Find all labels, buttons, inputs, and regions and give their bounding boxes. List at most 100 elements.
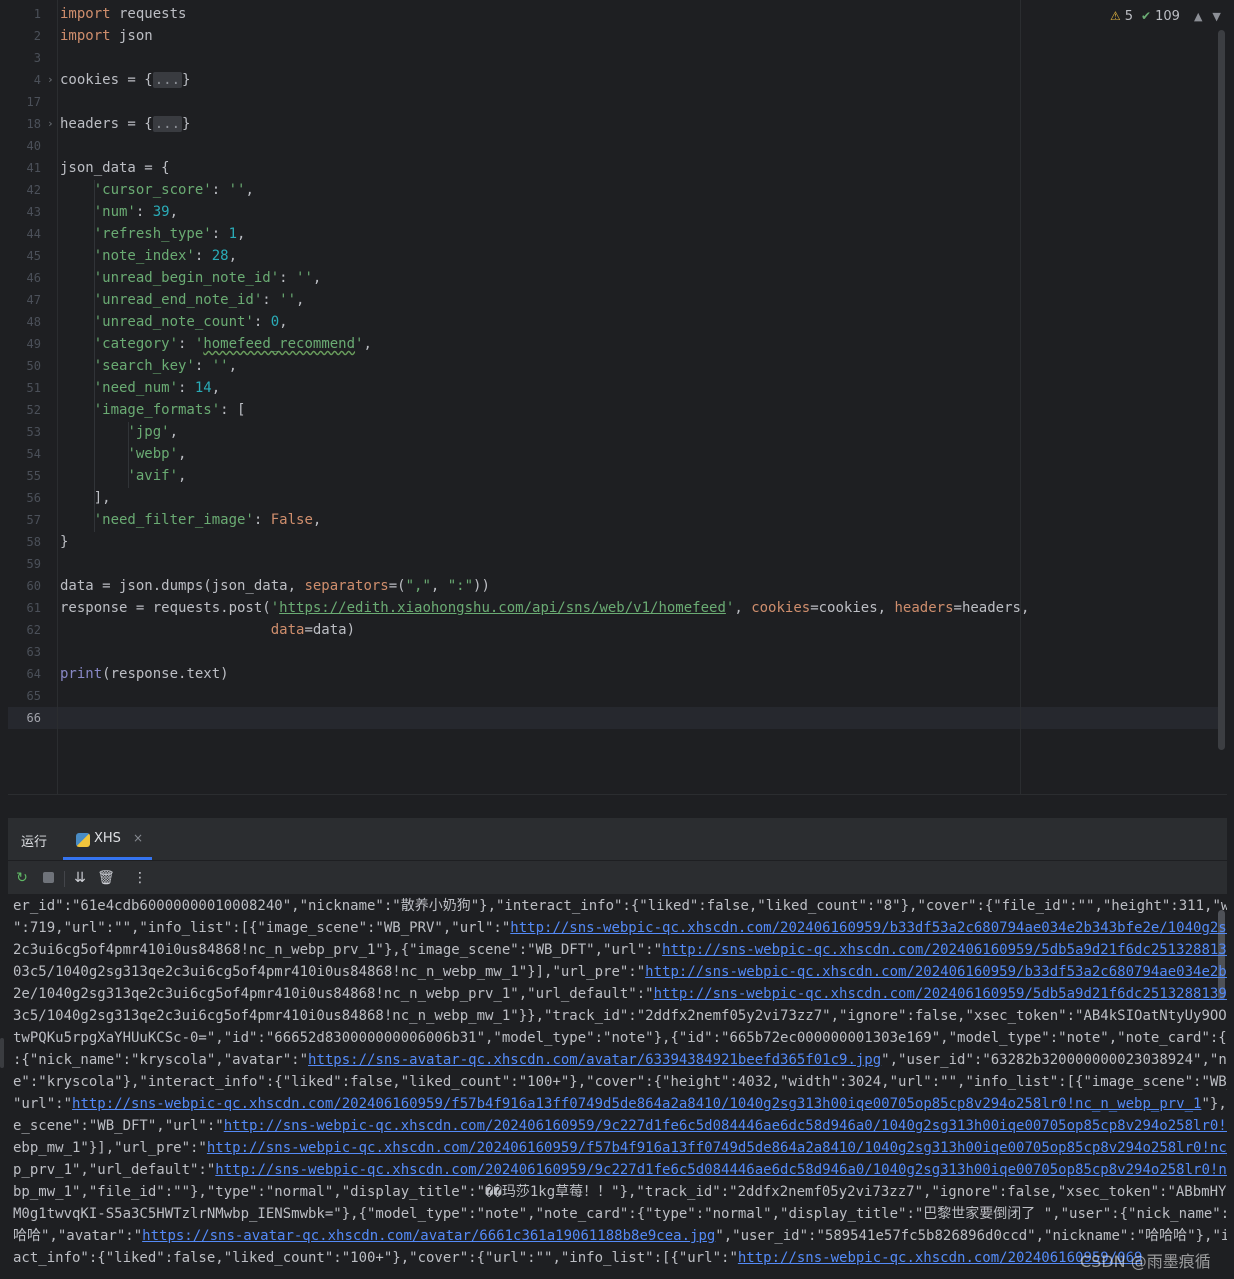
code-text: , <box>178 468 187 484</box>
console-text: act_info":{"liked":false,"liked_count":"… <box>13 1250 738 1266</box>
code-text: : <box>262 292 280 308</box>
line-number-text: 53 <box>26 425 41 439</box>
code-line[interactable]: print(response.text) <box>60 663 229 685</box>
code-area[interactable]: import requests import json cookies = {...… <box>60 0 1210 794</box>
console-link[interactable]: http://sns-webpic-qc.xhscdn.com/20240616… <box>224 1118 1227 1134</box>
named-argument: separators <box>304 578 389 594</box>
console-text: ebp_mw_1"}],"url_pre":" <box>13 1140 207 1156</box>
console-link[interactable]: http://sns-webpic-qc.xhscdn.com/20240616… <box>645 964 1227 980</box>
code-line[interactable]: 'unread_end_note_id': '', <box>60 289 305 311</box>
code-line[interactable]: import json <box>60 25 153 47</box>
code-line[interactable]: data = json.dumps(json_data, separators=… <box>60 575 490 597</box>
code-line[interactable]: 'image_formats': [ <box>60 399 246 421</box>
console-link[interactable]: http://sns-webpic-qc.xhscdn.com/20240616… <box>207 1140 1227 1156</box>
line-number: 64 <box>8 663 58 685</box>
editor-scrollbar[interactable] <box>1218 30 1225 750</box>
code-line[interactable]: 'unread_begin_note_id': '', <box>60 267 322 289</box>
clear-all-icon[interactable]: 🗑 <box>97 869 115 887</box>
close-icon[interactable]: × <box>133 831 143 845</box>
line-number: 57 <box>8 509 58 531</box>
code-line[interactable]: 'note_index': 28, <box>60 245 237 267</box>
number-literal: 1 <box>228 226 238 242</box>
line-number-text: 4 <box>33 73 41 87</box>
line-number-text: 61 <box>26 601 41 615</box>
console-text: 3c5/1040g2sg313qe2c3ui6cg5of4pmr410i0us8… <box>13 1008 1227 1024</box>
panel-resize-handle[interactable] <box>0 1038 4 1068</box>
code-text: =data) <box>304 622 356 638</box>
code-line[interactable]: 'search_key': '', <box>60 355 237 377</box>
console-link[interactable]: http://sns-webpic-qc.xhscdn.com/20240616… <box>662 942 1227 958</box>
editor-run-splitter[interactable] <box>8 794 1227 818</box>
console-link[interactable]: http://sns-webpic-qc.xhscdn.com/20240616… <box>215 1162 1227 1178</box>
code-text: : [ <box>220 402 246 418</box>
code-line[interactable]: 'need_num': 14, <box>60 377 220 399</box>
line-number: 1 <box>8 3 58 25</box>
line-number-text: 59 <box>26 557 41 571</box>
fold-chevron-icon[interactable]: › <box>47 113 54 135</box>
string-literal: 'search_key' <box>93 358 195 374</box>
string-literal: ' <box>270 600 280 616</box>
code-text: headers = { <box>60 116 153 132</box>
console-line: bp_mw_1","file_id":""},"type":"normal","… <box>13 1181 1227 1203</box>
string-literal: 'avif' <box>127 468 179 484</box>
code-text: (response.text) <box>102 666 229 682</box>
code-line[interactable]: 'need_filter_image': False, <box>60 509 322 531</box>
code-line[interactable]: response = requests.post('https://edith.… <box>60 597 1029 619</box>
line-number-text: 55 <box>26 469 41 483</box>
code-line[interactable]: 'unread_note_count': 0, <box>60 311 288 333</box>
line-number-gutter: 1 2 3 4 › 17 18 › 40 41 42 43 44 45 46 47 48 49 50 51 52 53 54… <box>8 0 58 794</box>
tab-xhs[interactable]: XHS × <box>63 818 153 860</box>
console-text: e":"kryscola"},"interact_info":{"liked":… <box>13 1074 1227 1090</box>
code-editor[interactable]: 1 2 3 4 › 17 18 › 40 41 42 43 44 45 46 47 48 49 50 51 52 53 54… <box>8 0 1227 794</box>
folded-region-placeholder[interactable]: ... <box>152 116 183 132</box>
code-line[interactable]: ], <box>60 487 111 509</box>
line-number: 2 <box>8 25 58 47</box>
console-line: 2e/1040g2sg313qe2c3ui6cg5of4pmr410i0us84… <box>13 983 1227 1005</box>
code-line[interactable]: 'avif', <box>60 465 186 487</box>
folded-region-placeholder[interactable]: ... <box>152 72 183 88</box>
line-number-text: 18 <box>26 117 41 131</box>
code-line[interactable]: 'webp', <box>60 443 186 465</box>
console-text: "},{"imag <box>1201 1096 1227 1112</box>
code-line[interactable]: json_data = { <box>60 157 170 179</box>
run-tool-window: 运行 XHS × ↻ ⇊ 🗑 ⋮ er_id":"61e4cdb60000000… <box>8 818 1227 1279</box>
console-output[interactable]: er_id":"61e4cdb60000000010008240","nickn… <box>8 894 1227 1279</box>
console-link[interactable]: http://sns-webpic-qc.xhscdn.com/20240616… <box>654 986 1227 1002</box>
inspection-widget[interactable]: ⚠ 5 ✔ 109 ▲ ▼ <box>1110 6 1221 26</box>
code-line[interactable]: 'jpg', <box>60 421 178 443</box>
code-line[interactable]: } <box>60 531 68 553</box>
code-line[interactable]: 'num': 39, <box>60 201 178 223</box>
code-line[interactable]: 'cursor_score': '', <box>60 179 254 201</box>
string-literal: '' <box>228 182 246 198</box>
code-line[interactable]: 'category': 'homefeed_recommend', <box>60 333 372 355</box>
line-number-text: 52 <box>26 403 41 417</box>
line-number-text: 2 <box>33 29 41 43</box>
code-text: , <box>430 578 448 594</box>
console-link[interactable]: http://sns-webpic-qc.xhscdn.com/20240616… <box>510 920 1227 936</box>
code-line[interactable]: data=data) <box>60 619 355 641</box>
more-options-icon[interactable]: ⋮ <box>131 869 149 887</box>
previous-highlight-icon[interactable]: ▲ <box>1194 10 1202 23</box>
code-line[interactable]: headers = {...} <box>60 113 190 135</box>
stop-icon[interactable] <box>39 869 57 887</box>
console-link[interactable]: https://sns-avatar-qc.xhscdn.com/avatar/… <box>308 1052 881 1068</box>
code-line[interactable]: cookies = {...} <box>60 69 190 91</box>
run-window-title: 运行 <box>21 835 48 850</box>
gutter-divider <box>57 0 58 794</box>
scroll-to-end-icon[interactable]: ⇊ <box>71 869 89 887</box>
code-line[interactable]: 'refresh_type': 1, <box>60 223 246 245</box>
code-text: : <box>178 336 195 352</box>
rerun-icon[interactable]: ↻ <box>13 869 31 887</box>
console-link[interactable]: https://sns-avatar-qc.xhscdn.com/avatar/… <box>142 1228 715 1244</box>
code-text: =cookies, <box>810 600 895 616</box>
fold-chevron-icon[interactable]: › <box>47 69 54 91</box>
code-line[interactable]: import requests <box>60 3 186 25</box>
console-link[interactable]: http://sns-webpic-qc.xhscdn.com/20240616… <box>72 1096 1201 1112</box>
url-string: https://edith.xiaohongshu.com/api/sns/we… <box>279 600 726 616</box>
line-number: 62 <box>8 619 58 641</box>
string-literal: 'image_formats' <box>93 402 221 418</box>
next-highlight-icon[interactable]: ▼ <box>1212 10 1220 23</box>
